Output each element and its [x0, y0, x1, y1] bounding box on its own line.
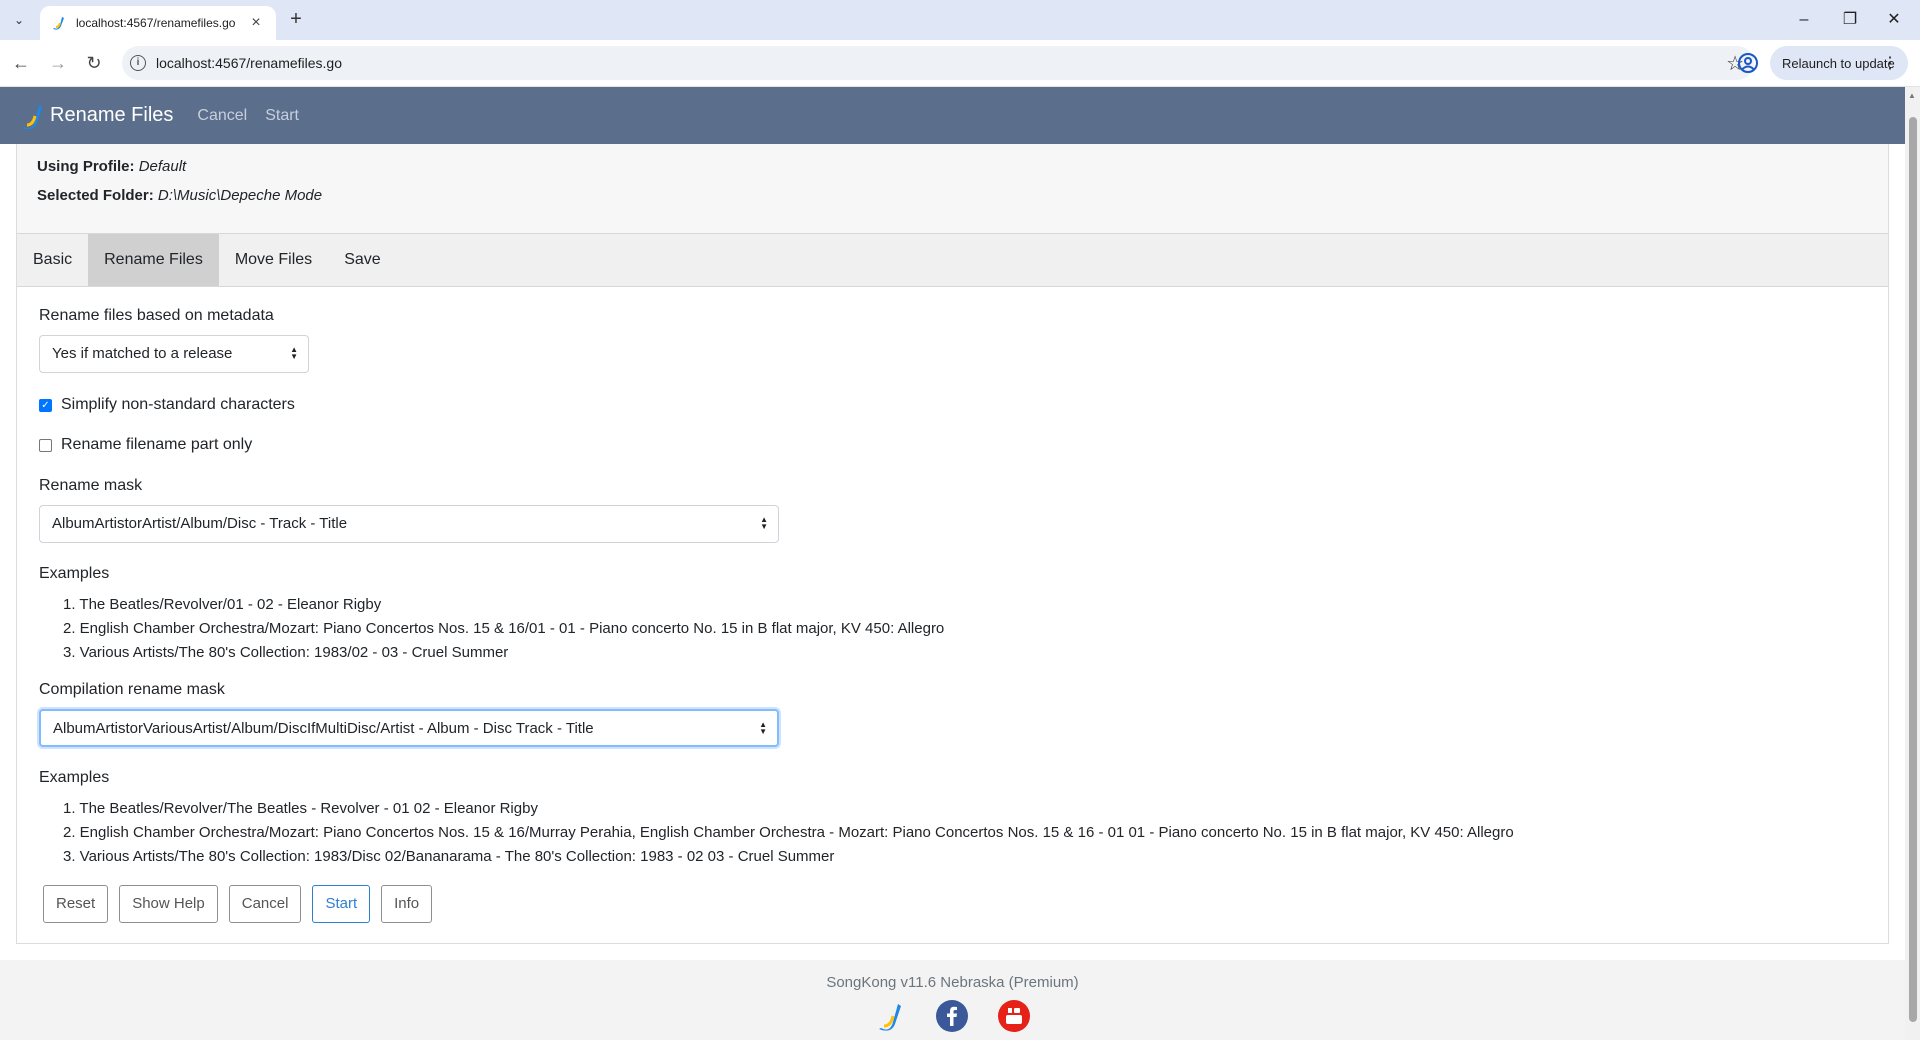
youtube-icon[interactable]	[998, 1000, 1030, 1032]
browser-toolbar: ← → ↻ i localhost:4567/renamefiles.go ☆ …	[0, 40, 1920, 87]
facebook-icon[interactable]	[936, 1000, 968, 1032]
select-arrows-icon: ▲ ▼	[759, 720, 767, 737]
tab-search-icon[interactable]: ⌄	[8, 10, 30, 30]
start-button[interactable]: Start	[312, 885, 371, 923]
tab-basic[interactable]: Basic	[17, 234, 88, 286]
browser-tab[interactable]: localhost:4567/renamefiles.go ×	[40, 6, 276, 40]
rename-mask-label: Rename mask	[39, 477, 143, 494]
url-text[interactable]: localhost:4567/renamefiles.go	[156, 55, 342, 71]
navbar-start-link[interactable]: Start	[265, 107, 299, 125]
address-bar[interactable]: i localhost:4567/renamefiles.go ☆	[122, 46, 1754, 80]
browser-tabstrip: ⌄ localhost:4567/renamefiles.go × + – ❐ …	[0, 0, 1920, 40]
examples-label: Examples	[39, 565, 110, 582]
filename-only-row[interactable]: Rename filename part only	[39, 435, 1888, 455]
page-footer: SongKong v11.6 Nebraska (Premium)	[0, 960, 1905, 1040]
new-tab-icon[interactable]: +	[284, 8, 308, 32]
profile-label: Using Profile:	[37, 158, 135, 175]
scroll-thumb[interactable]	[1909, 117, 1917, 1022]
songkong-logo-icon[interactable]	[874, 1000, 906, 1032]
tab-move-files[interactable]: Move Files	[219, 234, 328, 286]
version-text: SongKong v11.6 Nebraska (Premium)	[826, 974, 1079, 991]
page-scrollbar[interactable]: ▲	[1905, 87, 1920, 1040]
rename-based-value: Yes if matched to a release	[52, 345, 233, 362]
cancel-button[interactable]: Cancel	[228, 885, 302, 923]
profile-value: Default	[138, 158, 187, 175]
songkong-logo-icon[interactable]	[18, 101, 46, 131]
brand-title[interactable]: Rename Files	[50, 104, 173, 127]
info-button[interactable]: Info	[381, 885, 433, 923]
select-arrows-icon: ▲ ▼	[290, 345, 298, 362]
profile-icon[interactable]	[1736, 51, 1760, 75]
simplify-label: Simplify non-standard characters	[61, 396, 295, 413]
list-item: 3. Various Artists/The 80's Collection: …	[63, 848, 835, 865]
list-item: 1. The Beatles/Revolver/The Beatles - Re…	[63, 800, 538, 817]
list-item: 3. Various Artists/The 80's Collection: …	[63, 644, 509, 661]
folder-label: Selected Folder:	[37, 187, 154, 204]
forward-icon[interactable]: →	[45, 50, 71, 76]
filename-only-label: Rename filename part only	[61, 436, 253, 453]
songkong-favicon-icon	[53, 17, 64, 30]
compilation-examples-list: 1. The Beatles/Revolver/The Beatles - Re…	[39, 797, 1888, 869]
filename-only-checkbox[interactable]	[39, 438, 52, 452]
folder-value: D:\Music\Depeche Mode	[157, 187, 323, 204]
rename-examples-list: 1. The Beatles/Revolver/01 - 02 - Eleano…	[39, 593, 1888, 665]
list-item: 2. English Chamber Orchestra/Mozart: Pia…	[63, 824, 1514, 841]
reset-button[interactable]: Reset	[43, 885, 109, 923]
list-item: 2. English Chamber Orchestra/Mozart: Pia…	[63, 620, 945, 637]
tab-rename-files[interactable]: Rename Files	[88, 234, 219, 286]
profile-info-header: Using Profile: Default Selected Folder: …	[17, 144, 1888, 234]
compilation-mask-select[interactable]: AlbumArtistorVariousArtist/Album/DiscIfM…	[39, 709, 779, 747]
back-icon[interactable]: ←	[8, 50, 34, 76]
minimize-icon[interactable]: –	[1784, 6, 1824, 34]
list-item: 1. The Beatles/Revolver/01 - 02 - Eleano…	[63, 596, 382, 613]
simplify-checkbox[interactable]: ✓	[39, 398, 52, 412]
simplify-row[interactable]: ✓ Simplify non-standard characters	[39, 395, 1888, 415]
action-buttons: Reset Show Help Cancel Start Info	[39, 885, 1888, 923]
rename-files-panel: Rename files based on metadata Yes if ma…	[17, 287, 1888, 923]
browser-tab-title: localhost:4567/renamefiles.go	[76, 16, 236, 30]
relaunch-to-update-button[interactable]: Relaunch to update ⋮	[1770, 46, 1908, 80]
folder-line: Selected Folder: D:\Music\Depeche Mode	[37, 187, 1888, 204]
tab-save[interactable]: Save	[328, 234, 396, 286]
rename-mask-value: AlbumArtistorArtist/Album/Disc - Track -…	[52, 515, 348, 532]
rename-based-select[interactable]: Yes if matched to a release ▲ ▼	[39, 335, 309, 373]
navbar-cancel-link[interactable]: Cancel	[197, 107, 247, 125]
show-help-button[interactable]: Show Help	[119, 885, 218, 923]
rename-based-label: Rename files based on metadata	[39, 307, 274, 324]
profile-line: Using Profile: Default	[37, 158, 1888, 175]
compilation-mask-label: Compilation rename mask	[39, 681, 225, 698]
reload-icon[interactable]: ↻	[81, 50, 107, 76]
compilation-mask-value: AlbumArtistorVariousArtist/Album/DiscIfM…	[53, 720, 594, 737]
close-tab-icon[interactable]: ×	[246, 14, 266, 32]
site-info-icon[interactable]: i	[130, 55, 146, 71]
main-card: Using Profile: Default Selected Folder: …	[16, 144, 1889, 944]
settings-tabs: Basic Rename Files Move Files Save	[17, 234, 1888, 287]
select-arrows-icon: ▲ ▼	[760, 515, 768, 532]
relaunch-label: Relaunch to update	[1782, 55, 1895, 71]
app-navbar: Rename Files Cancel Start	[0, 87, 1905, 144]
rename-mask-select[interactable]: AlbumArtistorArtist/Album/Disc - Track -…	[39, 505, 779, 543]
more-menu-icon[interactable]: ⋮	[1882, 53, 1898, 73]
restore-icon[interactable]: ❐	[1830, 6, 1870, 34]
scroll-up-icon[interactable]: ▲	[1908, 91, 1916, 100]
compilation-examples-label: Examples	[39, 769, 110, 786]
close-window-icon[interactable]: ✕	[1874, 6, 1914, 34]
